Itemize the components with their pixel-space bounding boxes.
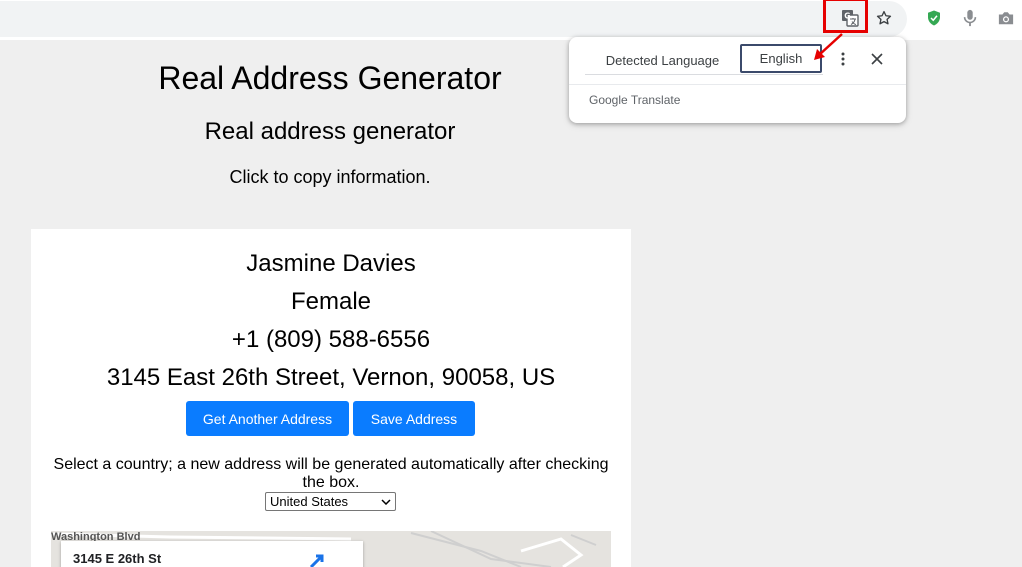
translate-popup: Detected Language English Google Transla… xyxy=(569,37,906,123)
close-icon[interactable] xyxy=(867,49,887,69)
star-icon[interactable] xyxy=(870,4,898,32)
page-subtitle: Real address generator xyxy=(204,118,456,145)
get-another-address-button[interactable]: Get Another Address xyxy=(186,401,349,436)
chevron-down-icon xyxy=(381,498,391,505)
address-bar[interactable] xyxy=(0,1,907,37)
browser-toolbar: G xyxy=(0,0,1022,40)
camera-icon[interactable] xyxy=(992,4,1020,32)
google-translate-brand: Google Translate xyxy=(589,93,681,107)
map[interactable]: Washington Blvd 3145 E 26th St xyxy=(51,531,611,567)
person-address[interactable]: 3145 East 26th Street, Vernon, 90058, US xyxy=(31,364,631,392)
highlight-box xyxy=(823,0,868,33)
tab-english[interactable]: English xyxy=(740,44,822,73)
tabs-underline xyxy=(585,74,823,75)
copy-hint: Click to copy information. xyxy=(229,167,431,187)
map-info-card[interactable]: 3145 E 26th St xyxy=(61,541,363,567)
country-prompt: Select a country; a new address will be … xyxy=(53,456,609,491)
country-select[interactable]: United States xyxy=(265,492,396,511)
tab-detected-language[interactable]: Detected Language xyxy=(585,46,740,74)
map-card-title: 3145 E 26th St xyxy=(73,551,162,566)
more-options-icon[interactable] xyxy=(833,49,853,69)
shield-icon[interactable] xyxy=(920,4,948,32)
popup-divider xyxy=(569,84,906,85)
save-address-button[interactable]: Save Address xyxy=(353,401,475,436)
page-title: Real Address Generator xyxy=(158,60,502,96)
person-phone[interactable]: +1 (809) 588-6556 xyxy=(31,326,631,354)
address-card: Jasmine Davies Female +1 (809) 588-6556 … xyxy=(31,229,631,567)
directions-icon[interactable] xyxy=(307,551,327,567)
mic-icon[interactable] xyxy=(956,4,984,32)
person-name[interactable]: Jasmine Davies xyxy=(31,250,631,278)
person-gender[interactable]: Female xyxy=(31,288,631,316)
country-select-value: United States xyxy=(270,494,349,509)
